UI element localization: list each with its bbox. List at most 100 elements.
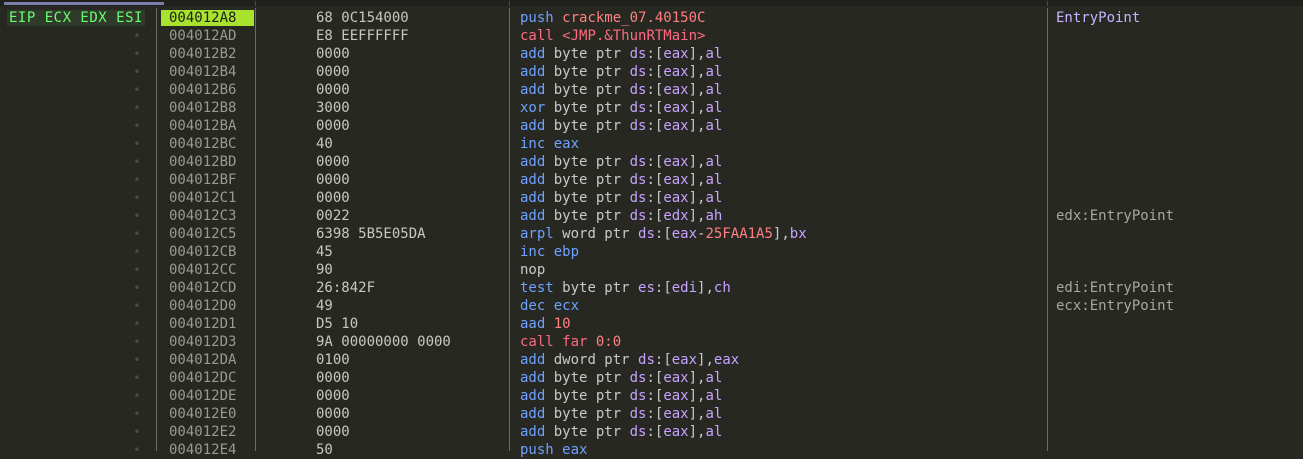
instruction-disassembly[interactable]: arpl word ptr ds:[eax-25FAA1A5],bx [520,225,807,243]
instruction-disassembly[interactable]: inc eax [520,135,579,153]
instruction-address[interactable]: 004012D3 [169,333,236,351]
breakpoint-dot-icon[interactable]: • [133,99,141,117]
instruction-address[interactable]: 004012CC [169,261,236,279]
instruction-address[interactable]: 004012DA [169,351,236,369]
disassembly-row[interactable]: • 004012CC 90 nop [0,261,1303,279]
instruction-address[interactable]: 004012D1 [169,315,236,333]
breakpoint-dot-icon[interactable]: • [133,423,141,441]
instruction-address[interactable]: 004012D0 [169,297,236,315]
instruction-disassembly[interactable]: add byte ptr ds:[eax],al [520,387,722,405]
disassembly-row[interactable]: • 004012BF 0000 add byte ptr ds:[eax],al [0,171,1303,189]
disassembly-row[interactable]: • 004012B8 3000 xor byte ptr ds:[eax],al [0,99,1303,117]
instruction-address[interactable]: 004012E4 [169,441,236,459]
instruction-disassembly[interactable]: add byte ptr ds:[eax],al [520,153,722,171]
disassembly-row[interactable]: • 004012B4 0000 add byte ptr ds:[eax],al [0,63,1303,81]
instruction-address[interactable]: 004012B4 [169,63,236,81]
disassembly-row[interactable]: • 004012DE 0000 add byte ptr ds:[eax],al [0,387,1303,405]
instruction-disassembly[interactable]: nop [520,261,545,279]
instruction-disassembly[interactable]: call <JMP.&ThunRTMain> [520,27,705,45]
disassembly-row[interactable]: • 004012E2 0000 add byte ptr ds:[eax],al [0,423,1303,441]
disassembly-row[interactable]: • 004012BC 40 inc eax [0,135,1303,153]
instruction-disassembly[interactable]: add byte ptr ds:[edx],ah [520,207,722,225]
instruction-address[interactable]: 004012DE [169,387,236,405]
instruction-address[interactable]: 004012AD [169,27,236,45]
instruction-address[interactable]: 004012C3 [169,207,236,225]
disassembly-row[interactable]: • 004012CB 45 inc ebp [0,243,1303,261]
breakpoint-dot-icon[interactable]: • [133,387,141,405]
disassembly-row[interactable]: • 004012CD 26:842F test byte ptr es:[edi],c… [0,279,1303,297]
breakpoint-dot-icon[interactable]: • [133,297,141,315]
disassembly-row[interactable]: • 004012DC 0000 add byte ptr ds:[eax],al [0,369,1303,387]
disassembly-row[interactable]: • 004012D1 D5 10 aad 10 [0,315,1303,333]
breakpoint-dot-icon[interactable]: • [133,369,141,387]
breakpoint-dot-icon[interactable]: • [133,243,141,261]
breakpoint-dot-icon[interactable]: • [133,405,141,423]
instruction-disassembly[interactable]: add byte ptr ds:[eax],al [520,117,722,135]
instruction-disassembly[interactable]: push eax [520,441,587,459]
instruction-address[interactable]: 004012DC [169,369,236,387]
instruction-address[interactable]: 004012C5 [169,225,236,243]
breakpoint-dot-icon[interactable]: • [133,351,141,369]
breakpoint-dot-icon[interactable]: • [133,441,141,459]
instruction-disassembly[interactable]: push crackme_07.40150C [520,9,705,27]
disassembly-row[interactable]: • 004012D3 9A 00000000 0000 call far 0:0 [0,333,1303,351]
disassembly-view[interactable]: 004012A8 68 0C154000 push crackme_07.40150… [0,9,1303,459]
breakpoint-dot-icon[interactable]: • [133,27,141,45]
breakpoint-dot-icon[interactable]: • [133,207,141,225]
instruction-disassembly[interactable]: call far 0:0 [520,333,621,351]
disassembly-row[interactable]: • 004012BD 0000 add byte ptr ds:[eax],al [0,153,1303,171]
disassembly-row[interactable]: • 004012C3 0022 add byte ptr ds:[edx],ah edx… [0,207,1303,225]
instruction-comment[interactable]: edi:EntryPoint [1056,279,1174,297]
disassembly-row[interactable]: • 004012AD E8 EEFFFFFF call <JMP.&ThunRTMai… [0,27,1303,45]
instruction-disassembly[interactable]: dec ecx [520,297,579,315]
disassembly-row[interactable]: • 004012B2 0000 add byte ptr ds:[eax],al [0,45,1303,63]
breakpoint-dot-icon[interactable]: • [133,135,141,153]
disassembly-row[interactable]: • 004012E0 0000 add byte ptr ds:[eax],al [0,405,1303,423]
disassembly-row[interactable]: 004012A8 68 0C154000 push crackme_07.40150… [0,9,1303,27]
disassembly-row[interactable]: • 004012BA 0000 add byte ptr ds:[eax],al [0,117,1303,135]
breakpoint-dot-icon[interactable]: • [133,153,141,171]
instruction-address[interactable]: 004012B6 [169,81,236,99]
breakpoint-dot-icon[interactable]: • [133,279,141,297]
instruction-address[interactable]: 004012E2 [169,423,236,441]
instruction-disassembly[interactable]: add byte ptr ds:[eax],al [520,171,722,189]
breakpoint-dot-icon[interactable]: • [133,63,141,81]
disassembly-row[interactable]: • 004012E4 50 push eax [0,441,1303,459]
disassembly-row[interactable]: • 004012C5 6398 5B5E05DA arpl word ptr ds:[… [0,225,1303,243]
instruction-disassembly[interactable]: add byte ptr ds:[eax],al [520,369,722,387]
disassembly-row[interactable]: • 004012D0 49 dec ecx ecx:EntryPoint [0,297,1303,315]
instruction-disassembly[interactable]: add byte ptr ds:[eax],al [520,423,722,441]
disassembly-row[interactable]: • 004012DA 0100 add dword ptr ds:[eax],eax [0,351,1303,369]
instruction-address[interactable]: 004012E0 [169,405,236,423]
instruction-address[interactable]: 004012BD [169,153,236,171]
instruction-address[interactable]: 004012BF [169,171,236,189]
breakpoint-dot-icon[interactable]: • [133,171,141,189]
instruction-address[interactable]: 004012BC [169,135,236,153]
disassembly-row[interactable]: • 004012B6 0000 add byte ptr ds:[eax],al [0,81,1303,99]
instruction-comment[interactable]: ecx:EntryPoint [1056,297,1174,315]
instruction-disassembly[interactable]: add dword ptr ds:[eax],eax [520,351,739,369]
instruction-comment[interactable]: edx:EntryPoint [1056,207,1174,225]
instruction-address[interactable]: 004012B8 [169,99,236,117]
instruction-disassembly[interactable]: inc ebp [520,243,579,261]
breakpoint-dot-icon[interactable]: • [133,333,141,351]
instruction-disassembly[interactable]: add byte ptr ds:[eax],al [520,81,722,99]
instruction-disassembly[interactable]: add byte ptr ds:[eax],al [520,189,722,207]
breakpoint-dot-icon[interactable]: • [133,189,141,207]
instruction-disassembly[interactable]: add byte ptr ds:[eax],al [520,405,722,423]
instruction-disassembly[interactable]: test byte ptr es:[edi],ch [520,279,731,297]
breakpoint-dot-icon[interactable]: • [133,117,141,135]
instruction-address[interactable]: 004012CD [169,279,236,297]
instruction-disassembly[interactable]: xor byte ptr ds:[eax],al [520,99,722,117]
breakpoint-dot-icon[interactable]: • [133,315,141,333]
instruction-address[interactable]: 004012C1 [169,189,236,207]
instruction-disassembly[interactable]: add byte ptr ds:[eax],al [520,63,722,81]
instruction-disassembly[interactable]: add byte ptr ds:[eax],al [520,45,722,63]
breakpoint-dot-icon[interactable]: • [133,45,141,63]
active-tab-indicator[interactable] [4,2,164,5]
instruction-disassembly[interactable]: aad 10 [520,315,571,333]
instruction-address[interactable]: 004012CB [169,243,236,261]
instruction-address[interactable]: 004012A8 [161,10,254,26]
breakpoint-dot-icon[interactable]: • [133,81,141,99]
instruction-comment[interactable]: EntryPoint [1056,9,1140,27]
